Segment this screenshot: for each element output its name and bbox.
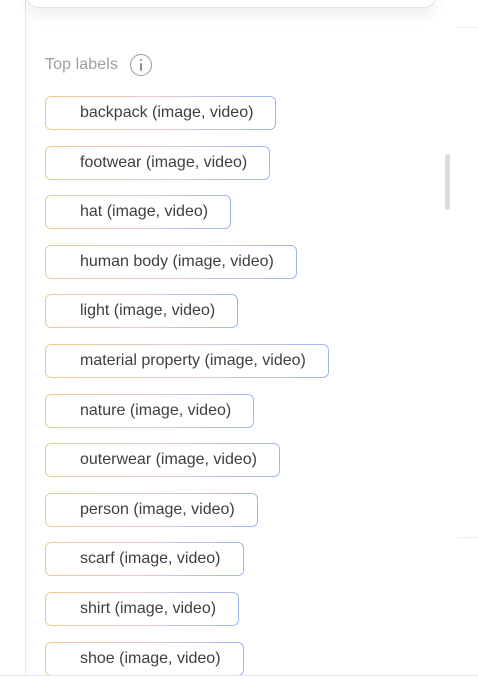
label-chip[interactable]: person (image, video) — [45, 493, 258, 527]
label-chip[interactable]: material property (image, video) — [45, 344, 329, 378]
info-icon-dot — [139, 59, 142, 62]
page: Top labels backpack (image, video) footw… — [0, 0, 478, 697]
bottom-divider — [0, 675, 478, 676]
scrollbar-thumb[interactable] — [445, 154, 450, 210]
label-chip-list: backpack (image, video) footwear (image,… — [45, 96, 329, 691]
label-chip[interactable]: shoe (image, video) — [45, 642, 244, 676]
left-gutter — [0, 0, 25, 697]
divider — [457, 27, 478, 28]
label-chip[interactable]: human body (image, video) — [45, 245, 297, 279]
scrollbar[interactable] — [444, 150, 452, 212]
label-chip[interactable]: light (image, video) — [45, 294, 238, 328]
info-icon[interactable] — [130, 54, 153, 76]
label-chip[interactable]: shirt (image, video) — [45, 592, 239, 626]
label-chip[interactable]: footwear (image, video) — [45, 146, 270, 180]
label-chip[interactable]: outerwear (image, video) — [45, 443, 280, 477]
section-title: Top labels — [45, 56, 119, 73]
right-gutter — [457, 0, 478, 697]
label-chip[interactable]: backpack (image, video) — [45, 96, 276, 130]
label-chip[interactable]: scarf (image, video) — [45, 542, 244, 576]
divider — [457, 537, 478, 538]
top-card — [26, 0, 436, 8]
info-icon-bar — [139, 63, 142, 71]
labels-panel: Top labels backpack (image, video) footw… — [25, 0, 458, 675]
label-chip[interactable]: nature (image, video) — [45, 394, 254, 428]
label-chip[interactable]: hat (image, video) — [45, 195, 231, 229]
section-header: Top labels — [45, 52, 153, 78]
